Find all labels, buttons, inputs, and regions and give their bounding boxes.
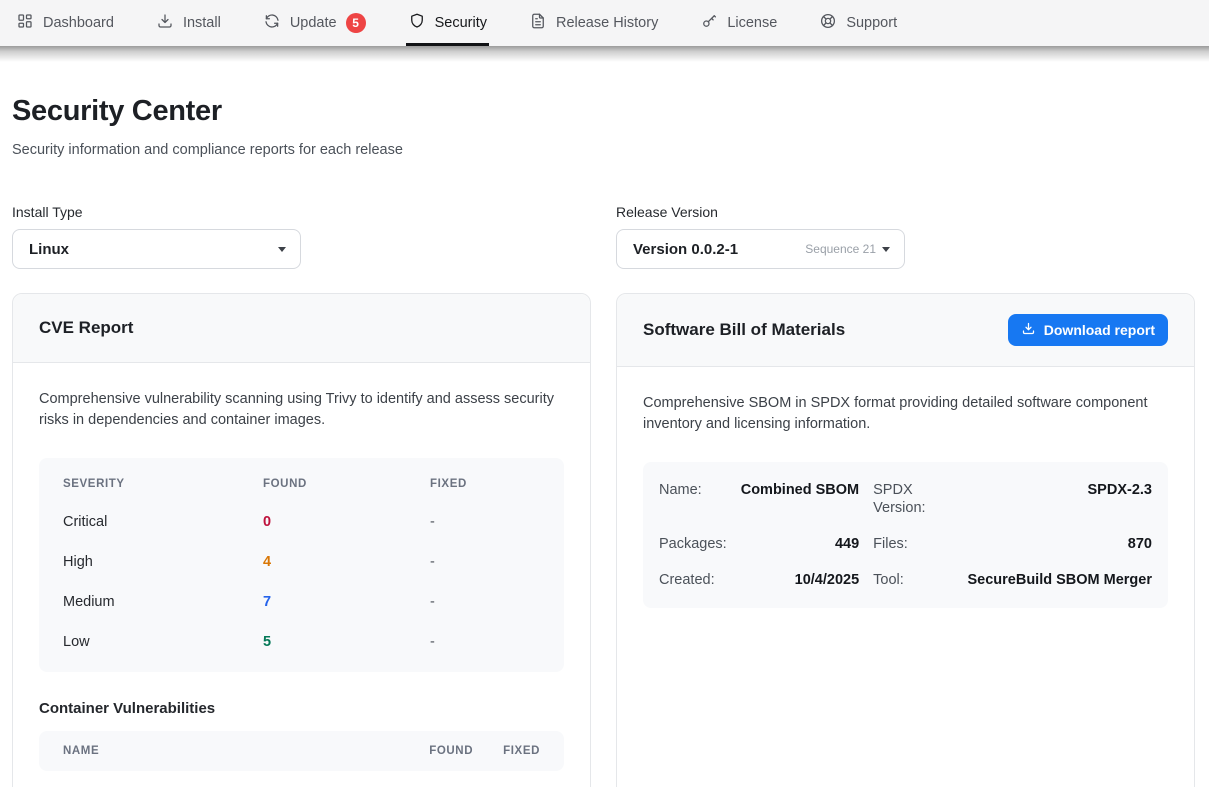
sbom-detail-label: Tool: <box>873 562 953 598</box>
nav-item-support[interactable]: Support <box>819 0 897 46</box>
sbom-header: Software Bill of Materials Download repo… <box>617 294 1194 367</box>
refresh-icon <box>263 12 281 34</box>
found-count: 5 <box>263 634 430 650</box>
cve-report-card: CVE Report Comprehensive vulnerability s… <box>12 293 591 787</box>
install-type-select[interactable]: Linux <box>12 229 301 269</box>
chevron-down-icon <box>278 247 286 252</box>
download-report-label: Download report <box>1044 322 1155 338</box>
nav-item-security[interactable]: Security <box>408 0 487 46</box>
install-type-label: Install Type <box>12 204 591 220</box>
filters-row: Install Type Linux Release Version Versi… <box>12 204 1195 269</box>
release-version-filter: Release Version Version 0.0.2-1 Sequence… <box>616 204 1195 269</box>
column-header-found: Found <box>429 745 473 757</box>
severity-label: Medium <box>63 594 263 610</box>
table-row-medium: Medium 7 - <box>39 582 564 622</box>
sbom-detail-value: SecureBuild SBOM Merger <box>967 562 1152 598</box>
severity-label: Critical <box>63 514 263 530</box>
column-header-fixed: Fixed <box>503 745 540 757</box>
table-row-critical: Critical 0 - <box>39 502 564 542</box>
top-nav: Dashboard Install Update 5 Security Rele… <box>0 0 1209 46</box>
release-sequence: Sequence 21 <box>805 242 876 256</box>
sbom-detail-value: Combined SBOM <box>741 472 859 526</box>
nav-label: Update <box>290 15 337 31</box>
table-row-low: Low 5 - <box>39 622 564 662</box>
nav-label: Security <box>435 15 487 31</box>
sbom-detail-value: 449 <box>741 526 859 562</box>
sbom-detail-label: Files: <box>873 526 953 562</box>
severity-label: High <box>63 554 263 570</box>
lifebuoy-icon <box>819 12 837 34</box>
found-count: 4 <box>263 554 430 570</box>
nav-item-update[interactable]: Update 5 <box>263 0 366 46</box>
nav-label: Dashboard <box>43 15 114 31</box>
nav-item-install[interactable]: Install <box>156 0 221 46</box>
severity-table-header: Severity Found Fixed <box>39 466 564 502</box>
cards-grid: CVE Report Comprehensive vulnerability s… <box>12 293 1195 787</box>
nav-item-dashboard[interactable]: Dashboard <box>16 0 114 46</box>
fixed-count: - <box>430 594 540 610</box>
main-content: Security Center Security information and… <box>0 95 1209 787</box>
key-icon <box>700 12 718 34</box>
download-icon <box>1021 321 1036 339</box>
chevron-down-icon <box>882 247 890 252</box>
severity-table: Severity Found Fixed Critical 0 - High 4… <box>39 458 564 672</box>
container-vulnerabilities-header: Name Found Fixed <box>39 731 564 771</box>
sbom-details: Name: Combined SBOM SPDX Version: SPDX-2… <box>643 462 1168 608</box>
update-count-badge: 5 <box>346 13 366 33</box>
nav-item-release-history[interactable]: Release History <box>529 0 658 46</box>
cve-report-description: Comprehensive vulnerability scanning usi… <box>39 389 559 432</box>
found-count: 7 <box>263 594 430 610</box>
fixed-count: - <box>430 514 540 530</box>
column-header-name: Name <box>63 745 429 757</box>
sbom-title: Software Bill of Materials <box>643 320 845 340</box>
nav-label: Install <box>183 15 221 31</box>
cve-report-header: CVE Report <box>13 294 590 363</box>
sbom-detail-label: Created: <box>659 562 727 598</box>
release-version-select[interactable]: Version 0.0.2-1 Sequence 21 <box>616 229 905 269</box>
download-report-button[interactable]: Download report <box>1008 314 1168 346</box>
document-icon <box>529 12 547 34</box>
fixed-count: - <box>430 634 540 650</box>
release-version-value: Version 0.0.2-1 <box>633 241 805 258</box>
container-vulnerabilities-title: Container Vulnerabilities <box>39 700 564 717</box>
download-icon <box>156 12 174 34</box>
page-title: Security Center <box>12 95 1195 128</box>
nav-label: Support <box>846 15 897 31</box>
sbom-card: Software Bill of Materials Download repo… <box>616 293 1195 787</box>
sbom-detail-value: 870 <box>967 526 1152 562</box>
column-header-fixed: Fixed <box>430 478 540 490</box>
nav-label: Release History <box>556 15 658 31</box>
nav-item-license[interactable]: License <box>700 0 777 46</box>
cve-report-title: CVE Report <box>39 318 133 338</box>
shield-icon <box>408 12 426 34</box>
table-row-high: High 4 - <box>39 542 564 582</box>
found-count: 0 <box>263 514 430 530</box>
sbom-detail-label: SPDX Version: <box>873 472 953 526</box>
severity-label: Low <box>63 634 263 650</box>
sbom-detail-value: SPDX-2.3 <box>967 472 1152 526</box>
nav-label: License <box>727 15 777 31</box>
sbom-detail-label: Name: <box>659 472 727 526</box>
column-header-severity: Severity <box>63 478 263 490</box>
install-type-filter: Install Type Linux <box>12 204 591 269</box>
dashboard-grid-icon <box>16 12 34 34</box>
sbom-detail-label: Packages: <box>659 526 727 562</box>
release-version-label: Release Version <box>616 204 1195 220</box>
sbom-description: Comprehensive SBOM in SPDX format provid… <box>643 393 1163 436</box>
sbom-detail-value: 10/4/2025 <box>741 562 859 598</box>
fixed-count: - <box>430 554 540 570</box>
page-subtitle: Security information and compliance repo… <box>12 142 1195 158</box>
install-type-value: Linux <box>29 241 278 258</box>
scroll-shadow-divider <box>0 46 1209 62</box>
column-header-found: Found <box>263 478 430 490</box>
